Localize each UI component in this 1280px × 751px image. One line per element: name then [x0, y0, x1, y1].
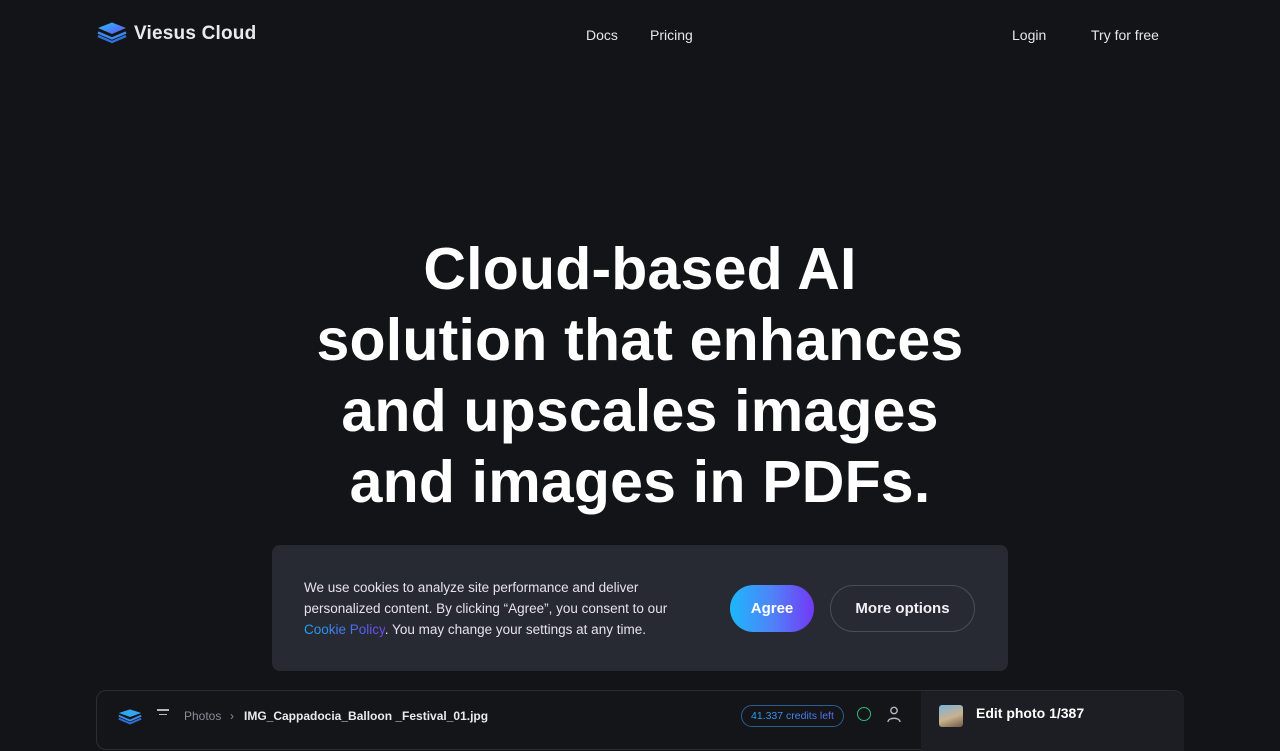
- cookie-text-before: We use cookies to analyze site performan…: [304, 580, 668, 616]
- cookie-policy-link[interactable]: Cookie Policy: [304, 622, 385, 637]
- hero-line: and upscales images: [341, 378, 939, 444]
- login-link[interactable]: Login: [1012, 27, 1046, 43]
- breadcrumb-photos[interactable]: Photos: [184, 709, 221, 723]
- cookie-text-after: . You may change your settings at any ti…: [384, 622, 646, 637]
- edit-photo-panel: Edit photo 1/387: [921, 691, 1184, 751]
- menu-icon[interactable]: [157, 709, 169, 718]
- more-options-button[interactable]: More options: [830, 585, 975, 632]
- cookie-message: We use cookies to analyze site performan…: [304, 577, 704, 640]
- breadcrumb-file-name: IMG_Cappadocia_Balloon _Festival_01.jpg: [244, 709, 489, 723]
- breadcrumb-separator: ›: [230, 709, 234, 723]
- layers-logo-icon: [97, 22, 127, 44]
- nav-docs[interactable]: Docs: [586, 27, 618, 43]
- check-circle-icon[interactable]: [857, 707, 871, 721]
- edit-photo-title: Edit photo 1/387: [976, 705, 1085, 721]
- hero-line: and images in PDFs.: [349, 449, 931, 515]
- hero-line: solution that enhances: [316, 307, 964, 373]
- brand-name: Viesus Cloud: [134, 23, 257, 44]
- agree-button[interactable]: Agree: [730, 585, 814, 632]
- photo-thumbnail[interactable]: [939, 705, 963, 727]
- brand-logo[interactable]: Viesus Cloud: [96, 22, 256, 46]
- nav-pricing[interactable]: Pricing: [650, 27, 693, 43]
- credits-badge: 41.337 credits left: [741, 705, 844, 727]
- hero-line: Cloud-based AI: [423, 236, 857, 302]
- site-header: Viesus Cloud Docs Pricing Login Try for …: [0, 0, 1280, 70]
- hero-headline: Cloud-based AI solution that enhances an…: [240, 234, 1040, 518]
- cookie-banner: We use cookies to analyze site performan…: [272, 545, 1008, 671]
- layers-logo-icon: [118, 709, 142, 725]
- try-for-free-link[interactable]: Try for free: [1091, 27, 1159, 43]
- app-preview: Photos › IMG_Cappadocia_Balloon _Festiva…: [96, 690, 1184, 751]
